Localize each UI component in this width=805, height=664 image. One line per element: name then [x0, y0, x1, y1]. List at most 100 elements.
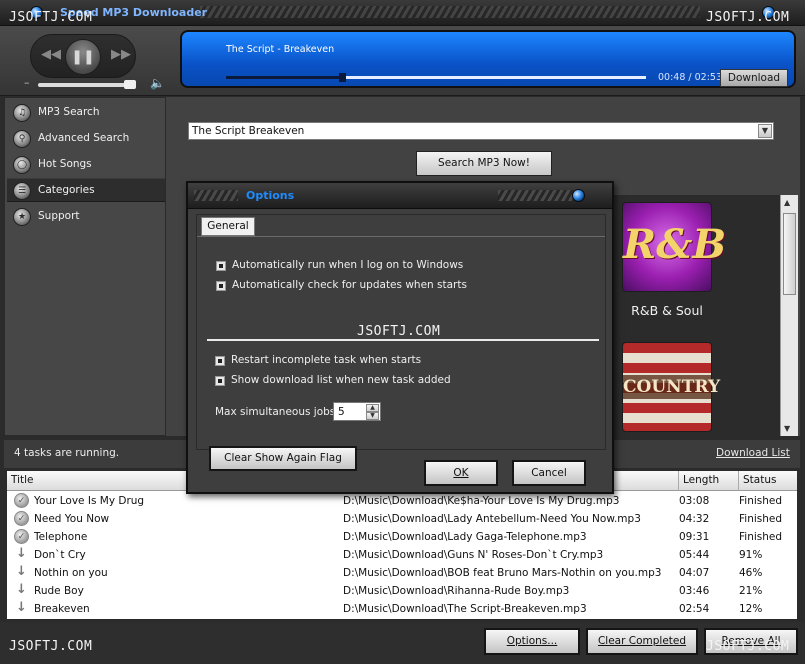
row-status: 21% [739, 585, 763, 597]
clear-completed-button[interactable]: Clear Completed [586, 628, 698, 655]
sidebar-item-label: Categories [38, 184, 95, 196]
row-path: D:\Music\Download\BOB feat Bruno Mars-No… [343, 567, 662, 579]
watermark: JSOFTJ.COM [9, 10, 93, 25]
max-jobs-value: 5 [338, 406, 345, 418]
sidebar: ♫ MP3 Search ⚲ Advanced Search ◯ Hot Son… [4, 97, 166, 436]
row-title: Your Love Is My Drug [34, 495, 145, 507]
show-download-list-label[interactable]: Show download list when new task added [231, 374, 451, 386]
row-path: D:\Music\Download\The Script-Breakeven.m… [343, 603, 587, 615]
scrollbar-thumb[interactable] [783, 213, 796, 295]
prev-icon[interactable]: ◀◀ [41, 47, 61, 62]
watermark: JSOFTJ.COM [706, 639, 790, 654]
auto-update-checkbox[interactable] [216, 281, 226, 291]
row-title: Telephone [34, 531, 88, 543]
row-status: 91% [739, 549, 763, 561]
tasks-status: 4 tasks are running. [14, 447, 120, 459]
categories-scrollbar[interactable]: ▲ ▼ [780, 195, 798, 436]
search-input-value: The Script Breakeven [192, 125, 305, 137]
table-row[interactable]: ↓ Don`t Cry D:\Music\Download\Guns N' Rose… [7, 546, 797, 564]
playback-progress-handle[interactable] [338, 73, 346, 82]
cancel-button[interactable]: Cancel [512, 460, 586, 486]
now-playing-panel: The Script - Breakeven 00:48 / 02:53 Dow… [180, 30, 796, 88]
stepper-down-icon[interactable]: ▼ [366, 412, 379, 420]
auto-update-label[interactable]: Automatically check for updates when sta… [232, 279, 467, 291]
playback-progress[interactable] [226, 76, 646, 79]
category-label[interactable]: R&B & Soul [622, 303, 712, 318]
stepper-up-icon[interactable]: ▲ [366, 404, 379, 412]
auto-run-label[interactable]: Automatically run when I log on to Windo… [232, 259, 463, 271]
sidebar-item-label: Hot Songs [38, 158, 92, 170]
download-button[interactable]: Download [720, 69, 788, 87]
table-row[interactable]: ↓ Breakeven D:\Music\Download\The Script-B… [7, 600, 797, 618]
row-path: D:\Music\Download\Ke$ha-Your Love Is My … [343, 495, 620, 507]
download-arrow-icon: ↓ [16, 564, 27, 579]
download-list-link[interactable]: Download List [716, 447, 790, 459]
check-icon: ✓ [14, 529, 29, 544]
restart-incomplete-checkbox[interactable] [215, 356, 225, 366]
sidebar-item-support[interactable]: ★ Support [7, 205, 165, 229]
scroll-up-icon[interactable]: ▲ [784, 198, 790, 207]
next-icon[interactable]: ▶▶ [111, 47, 131, 62]
tab-general[interactable]: General [201, 217, 255, 236]
clear-completed-button-label: Clear Completed [597, 635, 687, 647]
dialog-close-icon[interactable] [572, 189, 585, 202]
watermark: JSOFTJ.COM [357, 324, 441, 339]
options-button[interactable]: Options... [484, 628, 580, 655]
check-icon: ✓ [14, 511, 29, 526]
player-bar: ◀◀ ❚❚ ▶▶ – 🔈 The Script - Breakeven 00:4… [0, 26, 805, 96]
sidebar-item-categories[interactable]: ☰ Categories [7, 178, 165, 202]
row-path: D:\Music\Download\Lady Antebellum-Need Y… [343, 513, 641, 525]
search-input[interactable]: The Script Breakeven ▼ [188, 122, 774, 140]
show-download-list-checkbox[interactable] [215, 376, 225, 386]
table-row[interactable]: ↓ Rude Boy D:\Music\Download\Rihanna-Rude … [7, 582, 797, 600]
volume-slider[interactable] [38, 83, 136, 87]
row-length: 02:54 [679, 603, 710, 615]
row-title: Need You Now [34, 513, 110, 525]
dialog-title-bar: Options [188, 183, 612, 209]
title-bar-decoration [200, 6, 700, 18]
column-header-status[interactable]: Status [739, 471, 799, 491]
row-title: Nothin on you [34, 567, 108, 579]
category-tile-country[interactable]: COUNTRY [622, 342, 721, 432]
restart-incomplete-label[interactable]: Restart incomplete task when starts [231, 354, 421, 366]
sidebar-item-label: MP3 Search [38, 106, 100, 118]
max-jobs-stepper[interactable]: 5 ▲ ▼ [333, 402, 381, 421]
pause-icon[interactable]: ❚❚ [65, 39, 101, 75]
sidebar-item-label: Support [38, 210, 80, 222]
chevron-down-icon[interactable]: ▼ [758, 124, 772, 138]
download-arrow-icon: ↓ [16, 600, 27, 615]
auto-run-checkbox[interactable] [216, 261, 226, 271]
dialog-title: Options [246, 189, 295, 202]
categories-icon: ☰ [13, 182, 31, 200]
table-row[interactable]: ↓ Nothin on you D:\Music\Download\BOB feat… [7, 564, 797, 582]
options-separator [207, 339, 599, 341]
column-header-length[interactable]: Length [679, 471, 739, 491]
dialog-title-decoration [498, 190, 578, 201]
search-mp3-button[interactable]: Search MP3 Now! [416, 151, 552, 176]
row-title: Breakeven [34, 603, 90, 615]
sidebar-item-hot-songs[interactable]: ◯ Hot Songs [7, 153, 165, 177]
now-playing-title: The Script - Breakeven [226, 44, 335, 55]
row-title: Rude Boy [34, 585, 84, 597]
search-icon: ♫ [13, 104, 31, 122]
speaker-icon[interactable]: 🔈 [150, 76, 165, 90]
category-art-text: R&B [623, 221, 727, 268]
scroll-down-icon[interactable]: ▼ [784, 424, 790, 433]
advanced-search-icon: ⚲ [13, 130, 31, 148]
row-status: Finished [739, 531, 783, 543]
ok-button[interactable]: OK [424, 460, 498, 486]
table-row[interactable]: ✓ Your Love Is My Drug D:\Music\Download\K… [7, 492, 797, 510]
row-length: 03:46 [679, 585, 710, 597]
category-tile-rnb[interactable]: R&B [622, 202, 727, 292]
row-path: D:\Music\Download\Lady Gaga-Telephone.mp… [343, 531, 587, 543]
clear-show-again-flag-button[interactable]: Clear Show Again Flag [209, 446, 357, 471]
table-row[interactable]: ✓ Telephone D:\Music\Download\Lady Gaga-Te… [7, 528, 797, 546]
table-row[interactable]: ✓ Need You Now D:\Music\Download\Lady Ante… [7, 510, 797, 528]
row-length: 04:07 [679, 567, 710, 579]
volume-down-icon: – [24, 76, 30, 89]
category-art-text: COUNTRY [623, 375, 721, 399]
sidebar-item-advanced-search[interactable]: ⚲ Advanced Search [7, 127, 165, 151]
sidebar-item-mp3-search[interactable]: ♫ MP3 Search [7, 101, 165, 125]
volume-slider-handle[interactable] [124, 80, 136, 89]
download-arrow-icon: ↓ [16, 582, 27, 597]
